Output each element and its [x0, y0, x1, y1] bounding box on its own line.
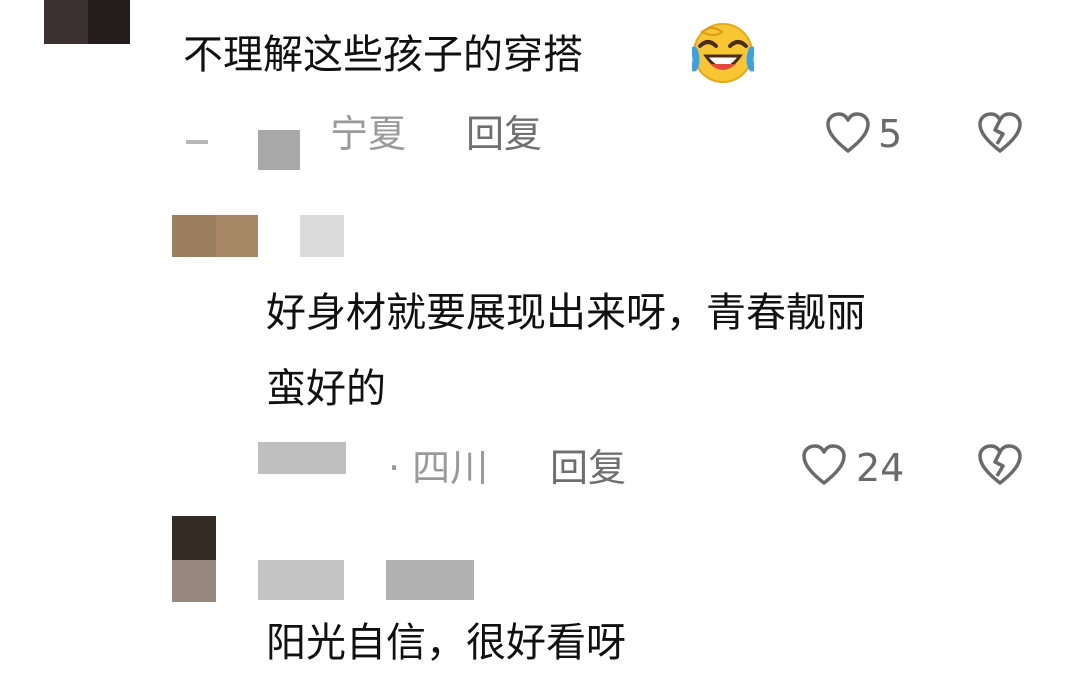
reply-button[interactable]: 回复 [550, 448, 626, 488]
comment-text: 阳光自信，很好看呀 [266, 620, 626, 666]
username[interactable] [258, 434, 346, 476]
like-count: 5 [878, 112, 903, 156]
username[interactable] [300, 215, 344, 257]
comment-text-line-2: 蛮好的 [266, 366, 386, 412]
reply-button[interactable]: 回复 [466, 114, 542, 154]
location-label: 宁夏 [330, 112, 407, 156]
like-count: 24 [856, 446, 905, 490]
like-button[interactable] [800, 442, 848, 488]
username[interactable] [258, 558, 478, 602]
dislike-button[interactable] [976, 442, 1024, 488]
avatar[interactable] [172, 516, 216, 602]
heart-icon [800, 442, 848, 492]
location-label: · 四川 [388, 446, 489, 490]
laughing-crying-face-icon [690, 22, 756, 84]
broken-heart-icon [976, 442, 1024, 492]
like-button[interactable] [824, 110, 872, 156]
heart-icon [824, 110, 872, 160]
broken-heart-icon [976, 110, 1024, 160]
dislike-button[interactable] [976, 110, 1024, 156]
username[interactable] [186, 126, 316, 172]
comment-text-line-1: 好身材就要展现出来呀，青春靓丽 [266, 290, 866, 336]
avatar[interactable] [172, 215, 258, 257]
comment-text: 不理解这些孩子的穿搭 [183, 32, 583, 78]
avatar[interactable] [44, 0, 130, 44]
